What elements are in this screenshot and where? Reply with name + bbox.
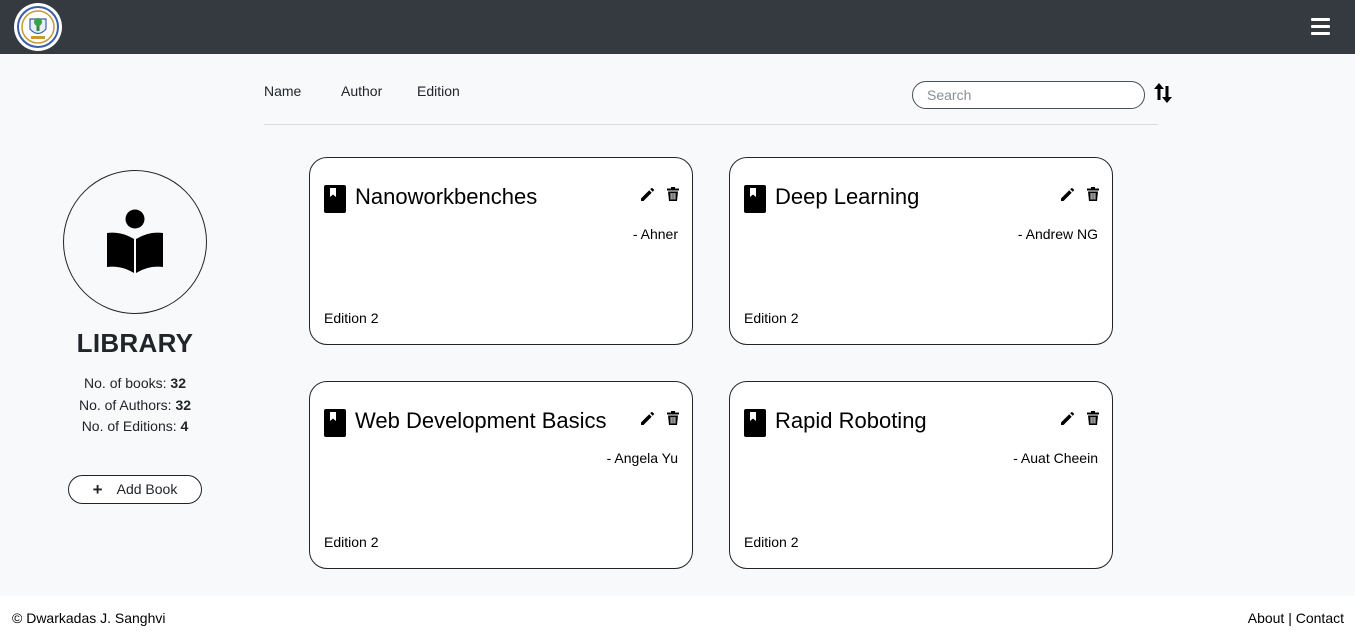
- book-edition: Edition 2: [324, 310, 379, 326]
- editions-stat-label: No. of Editions:: [81, 418, 177, 434]
- book-card: Nanoworkbenches - Ahner Edition 2: [309, 157, 693, 345]
- add-book-button[interactable]: + Add Book: [68, 474, 202, 504]
- library-icon-circle: [63, 170, 207, 314]
- book-edition: Edition 2: [324, 534, 379, 550]
- books-stat: No. of books: 32: [40, 373, 230, 395]
- copyright-text: © Dwarkadas J. Sanghvi: [12, 610, 166, 626]
- sort-by-name-link[interactable]: Name: [264, 83, 301, 99]
- edit-pencil-icon[interactable]: [640, 412, 654, 426]
- book-card: Rapid Roboting - Auat Cheein Edition 2: [729, 381, 1113, 569]
- authors-stat: No. of Authors: 32: [40, 395, 230, 417]
- footer-links: About | Contact: [1248, 610, 1344, 626]
- book-title: Nanoworkbenches: [355, 184, 538, 209]
- search-input[interactable]: [912, 81, 1145, 109]
- book-edition: Edition 2: [744, 310, 799, 326]
- edit-pencil-icon[interactable]: [640, 188, 654, 202]
- contact-link[interactable]: Contact: [1296, 610, 1344, 626]
- plus-icon: +: [92, 479, 103, 499]
- bookmark-book-icon: [324, 409, 346, 437]
- book-card: Web Development Basics - Angela Yu Editi…: [309, 381, 693, 569]
- book-title: Deep Learning: [775, 184, 920, 209]
- book-title: Web Development Basics: [355, 408, 607, 433]
- library-stats: No. of books: 32 No. of Authors: 32 No. …: [40, 373, 230, 438]
- book-author: - Auat Cheein: [1013, 450, 1098, 466]
- reader-book-icon: [107, 209, 163, 273]
- sort-by-author-link[interactable]: Author: [341, 83, 382, 99]
- college-crest-logo-icon: [17, 6, 59, 48]
- bookmark-book-icon: [324, 185, 346, 213]
- about-link[interactable]: About: [1248, 610, 1285, 626]
- book-author: - Ahner: [632, 226, 678, 242]
- edit-pencil-icon[interactable]: [1060, 188, 1074, 202]
- hamburger-menu-icon[interactable]: [1307, 14, 1335, 40]
- authors-count: 32: [175, 396, 192, 413]
- book-author: - Andrew NG: [1017, 226, 1098, 242]
- bookmark-book-icon: [744, 409, 766, 437]
- sort-toolbar: Name Author Edition: [264, 54, 1172, 125]
- edit-pencil-icon[interactable]: [1060, 412, 1074, 426]
- books-stat-label: No. of books:: [84, 375, 167, 391]
- bookmark-book-icon: [744, 185, 766, 213]
- editions-stat: No. of Editions: 4: [40, 416, 230, 438]
- library-sidebar: LIBRARY No. of books: 32 No. of Authors:…: [40, 170, 230, 504]
- authors-stat-label: No. of Authors:: [78, 396, 172, 413]
- sort-by-edition-link[interactable]: Edition: [417, 83, 460, 99]
- footer-separator: |: [1288, 610, 1292, 626]
- sort-arrows-icon[interactable]: [1152, 80, 1174, 106]
- college-logo[interactable]: [14, 3, 62, 51]
- trash-icon[interactable]: [667, 187, 679, 201]
- footer: © Dwarkadas J. Sanghvi About | Contact: [0, 596, 1355, 641]
- navbar: [0, 0, 1355, 54]
- books-count: 32: [170, 375, 186, 391]
- trash-icon[interactable]: [1087, 187, 1099, 201]
- book-card: Deep Learning - Andrew NG Edition 2: [729, 157, 1113, 345]
- add-book-label: Add Book: [116, 481, 178, 497]
- trash-icon[interactable]: [1087, 411, 1099, 425]
- editions-count: 4: [180, 418, 189, 434]
- library-title: LIBRARY: [76, 328, 194, 358]
- book-author: - Angela Yu: [606, 450, 678, 466]
- book-title: Rapid Roboting: [775, 408, 927, 433]
- trash-icon[interactable]: [667, 411, 679, 425]
- book-edition: Edition 2: [744, 534, 799, 550]
